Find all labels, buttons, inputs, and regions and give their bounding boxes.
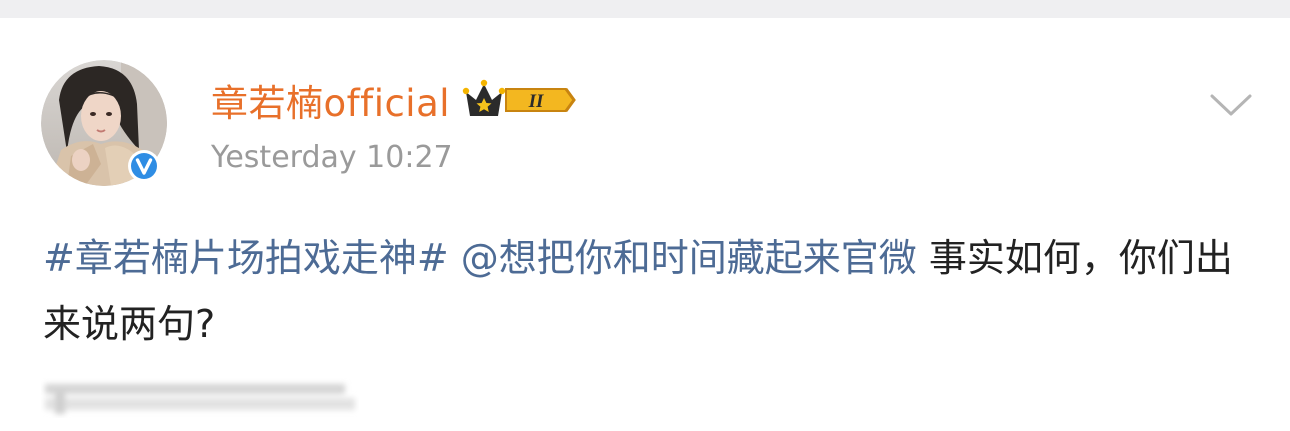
weibo-post-card: 章若楠official II Yesterday 10:27 #章若楠片场拍戏走… [0,18,1290,431]
post-content: #章若楠片场拍戏走神# @想把你和时间藏起来官微 事实如何，你们出来说两句? [43,225,1248,357]
mention-link[interactable]: @想把你和时间藏起来官微 [461,236,917,280]
chevron-down-icon[interactable] [1208,90,1254,120]
top-separator [0,0,1290,18]
hashtag-link[interactable]: #章若楠片场拍戏走神# [43,236,449,280]
verified-v-icon [128,150,160,182]
username[interactable]: 章若楠official [211,73,450,127]
vip-level-text: II [528,91,544,112]
crown-vip-icon[interactable]: II [462,78,580,122]
post-timestamp: Yesterday 10:27 [211,140,453,175]
blurred-content [45,384,355,414]
username-row: 章若楠official II [211,73,580,127]
avatar[interactable] [41,60,167,186]
